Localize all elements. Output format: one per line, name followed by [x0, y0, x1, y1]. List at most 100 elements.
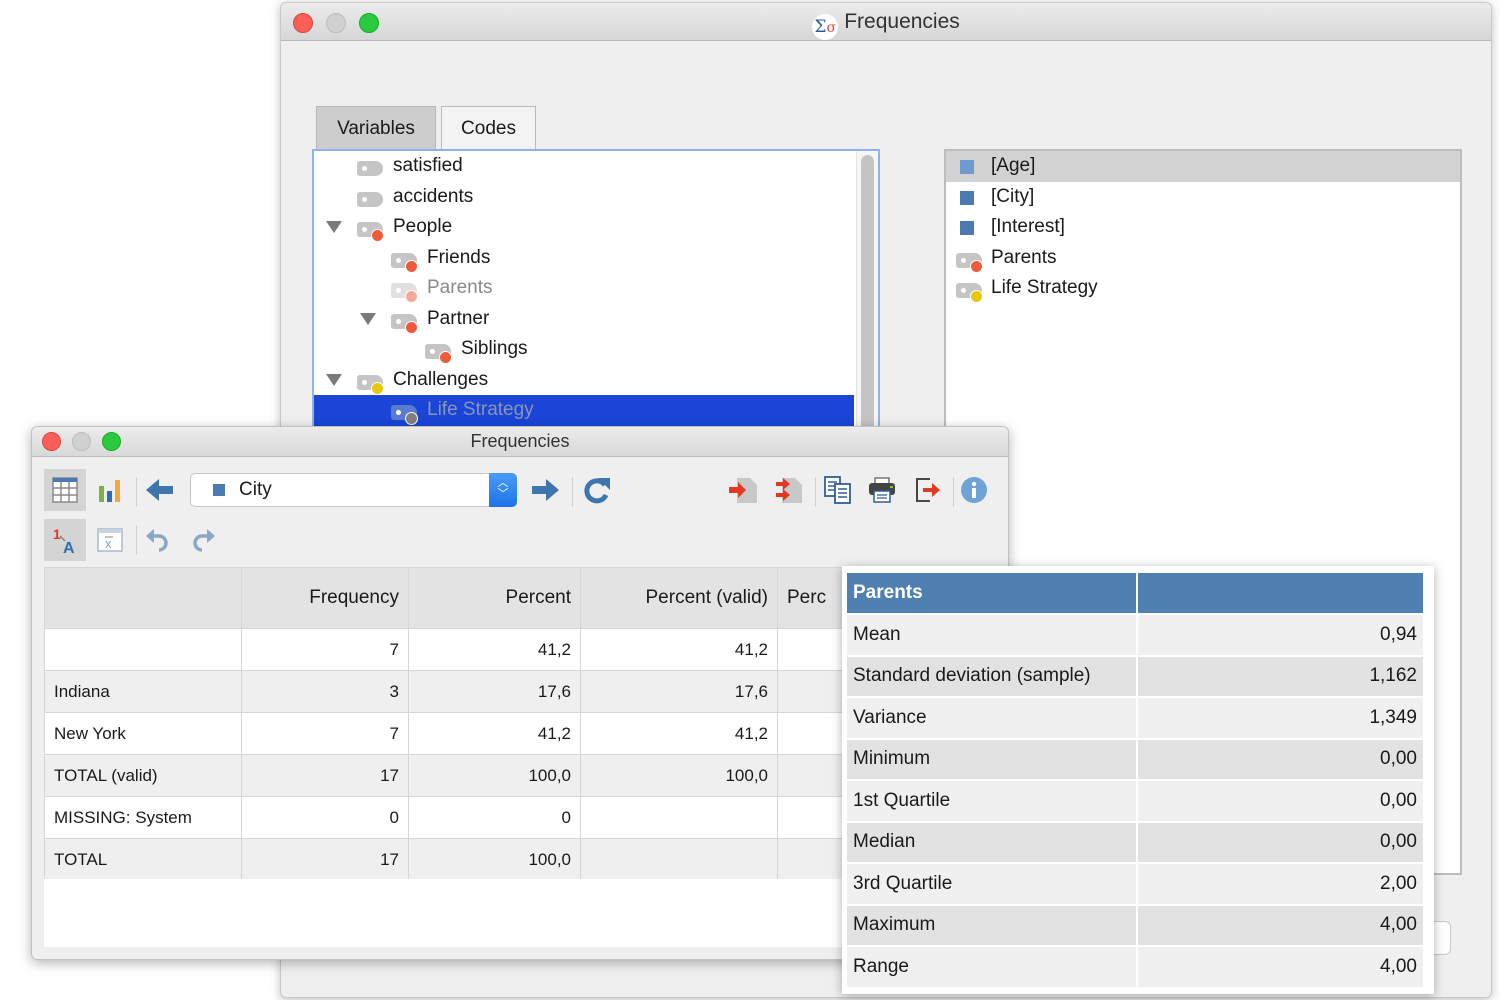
statistics-row: Mean 0,94 [847, 615, 1423, 655]
tree-item-label: Challenges [393, 368, 489, 390]
variable-select-value: City [239, 479, 272, 500]
tree-item[interactable]: Parents [314, 273, 878, 304]
arrow-right-icon [532, 479, 559, 501]
table-cell: 41,2 [408, 712, 581, 755]
table-cell: 3 [241, 670, 409, 713]
table-cell: 0 [408, 796, 581, 839]
selected-item[interactable]: [Interest] [946, 212, 1460, 243]
tab-codes[interactable]: Codes [441, 106, 536, 152]
svg-text:1: 1 [53, 526, 61, 542]
redo-button[interactable] [182, 519, 224, 561]
table-cell [777, 670, 844, 713]
column-header-frequency[interactable]: Frequency [241, 567, 409, 629]
table-cell: TOTAL (valid) [44, 754, 242, 797]
table-row[interactable]: MISSING: System 0 0 [44, 796, 844, 839]
tree-item[interactable]: People [314, 212, 878, 243]
table-cell [580, 838, 778, 881]
selected-item[interactable]: Life Strategy [946, 273, 1460, 304]
title-bar: Frequencies [32, 427, 1008, 457]
tree-item[interactable]: accidents [314, 182, 878, 213]
sort-numeric-alpha-icon: 1 A [53, 526, 75, 554]
statistics-row: Maximum 4,00 [847, 905, 1423, 945]
svg-text:x: x [105, 536, 112, 551]
statistic-value: 0,00 [1138, 781, 1423, 821]
statistics-icon: x [97, 528, 123, 552]
tree-item[interactable]: satisfied [314, 151, 878, 182]
statistic-label: Median [847, 822, 1136, 862]
statistic-value: 1,349 [1138, 698, 1423, 738]
tree-item[interactable]: Challenges [314, 365, 878, 396]
refresh-icon [584, 478, 610, 504]
import-button[interactable] [722, 469, 764, 511]
statistic-label: 1st Quartile [847, 781, 1136, 821]
tree-item[interactable]: Siblings [314, 334, 878, 365]
info-button[interactable] [953, 469, 995, 511]
column-header-percent-cumulative[interactable]: Perc [777, 567, 844, 629]
table-cell [777, 754, 844, 797]
statistic-value: 0,00 [1138, 739, 1423, 779]
import-multiple-icon [776, 478, 802, 503]
variable-select[interactable]: City ︿ ﹀ [190, 473, 517, 507]
statistics-row: Variance 1,349 [847, 698, 1423, 738]
table-header-row: Frequency Percent Percent (valid) Perc [44, 567, 844, 629]
tree-item-label: satisfied [393, 155, 463, 176]
statistics-button[interactable]: x [89, 519, 131, 561]
tree-item[interactable]: Life Strategy [314, 395, 854, 426]
table-row[interactable]: TOTAL (valid) 17 100,0 100,0 [44, 754, 844, 797]
table-row[interactable]: New York 7 41,2 41,2 [44, 712, 844, 755]
next-button[interactable] [524, 469, 566, 511]
previous-button[interactable] [139, 469, 181, 511]
sort-button[interactable]: 1 A [44, 519, 86, 561]
print-button[interactable] [861, 469, 903, 511]
import-icon [729, 478, 757, 503]
column-header-percent-valid[interactable]: Percent (valid) [580, 567, 778, 629]
selected-item-label: Life Strategy [991, 277, 1098, 298]
table-row[interactable]: TOTAL 17 100,0 [44, 838, 844, 881]
copy-button[interactable] [817, 469, 859, 511]
tree-item-label: Friends [427, 246, 491, 268]
statistics-row: Median 0,00 [847, 822, 1423, 862]
selected-item-label: [Age] [991, 155, 1036, 176]
tree-item-label: accidents [393, 185, 474, 207]
table-cell: 7 [241, 712, 409, 755]
chart-view-button[interactable] [89, 469, 131, 511]
export-button[interactable] [907, 469, 949, 511]
table-view-button[interactable] [44, 469, 86, 511]
statistic-label: Variance [847, 698, 1136, 738]
statistic-label: Maximum [847, 905, 1136, 945]
table-row[interactable]: 7 41,2 41,2 [44, 628, 844, 671]
tab-variables[interactable]: Variables [316, 106, 436, 152]
disclosure-triangle-icon[interactable] [326, 373, 342, 386]
variable-icon [960, 221, 974, 235]
table-row[interactable]: Indiana 3 17,6 17,6 [44, 670, 844, 713]
table-cell: 17,6 [408, 670, 581, 713]
table-cell: 17 [241, 754, 409, 797]
code-icon [391, 283, 418, 303]
variable-icon [960, 190, 974, 205]
selected-item[interactable]: Parents [946, 243, 1460, 274]
disclosure-triangle-icon[interactable] [360, 312, 376, 325]
tree-item[interactable]: Friends [314, 243, 878, 274]
select-stepper-icon[interactable]: ︿ ﹀ [489, 473, 517, 507]
undo-icon [146, 529, 168, 552]
code-icon [357, 222, 384, 242]
undo-button[interactable] [137, 519, 179, 561]
column-header-percent[interactable]: Percent [408, 567, 581, 629]
dialog-button[interactable] [1431, 921, 1451, 955]
table-cell: New York [44, 712, 242, 755]
statistics-header-row: Parents [847, 573, 1423, 613]
disclosure-triangle-icon[interactable] [326, 221, 342, 233]
column-header[interactable] [44, 567, 242, 629]
code-tree[interactable]: satisfied accidents People Friends Parents Pa… [312, 149, 880, 439]
statistics-row: Range 4,00 [847, 947, 1423, 987]
frequency-table: Frequency Percent Percent (valid) Perc 7… [44, 567, 844, 881]
selected-item[interactable]: [Age] [946, 151, 1460, 182]
tree-item-label: Life Strategy [427, 399, 534, 420]
table-cell: MISSING: System [44, 796, 242, 839]
statistic-label: 3rd Quartile [847, 864, 1136, 904]
window-title: Frequencies [844, 10, 960, 33]
import-multiple-button[interactable] [767, 469, 809, 511]
tree-item[interactable]: Partner [314, 304, 878, 335]
selected-item[interactable]: [City] [946, 182, 1460, 213]
refresh-button[interactable] [576, 469, 618, 511]
